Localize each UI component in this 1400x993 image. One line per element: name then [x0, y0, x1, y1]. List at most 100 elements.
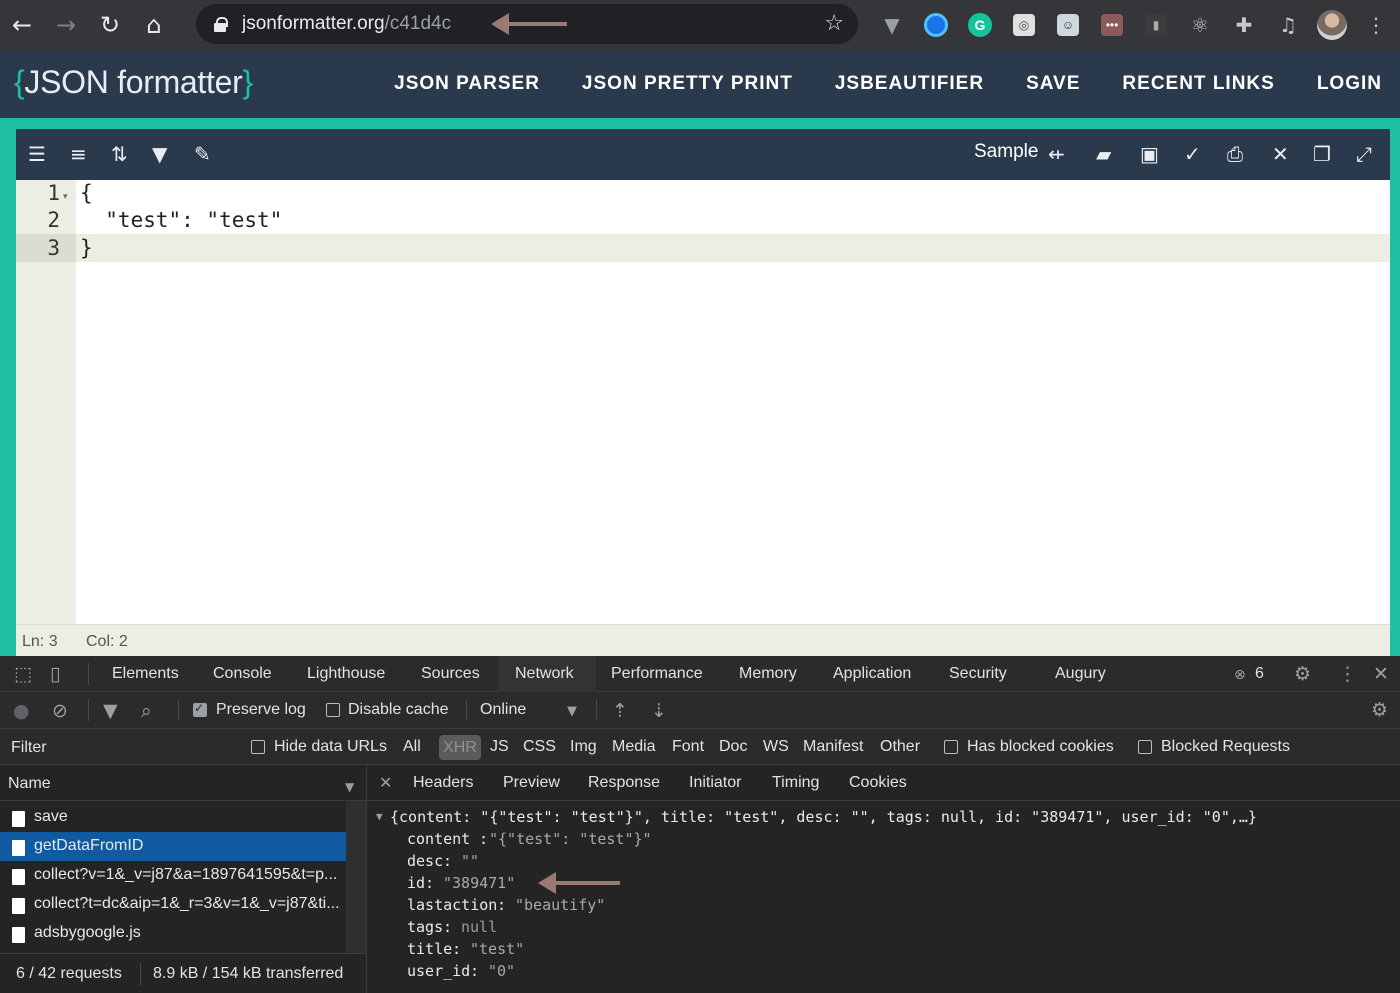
filter-type-js[interactable]: JS [490, 738, 509, 756]
disable-cache-checkbox[interactable] [326, 703, 340, 717]
tab-cookies[interactable]: Cookies [849, 774, 907, 792]
expand-triangle-icon[interactable]: ▼ [376, 810, 383, 823]
tab-timing[interactable]: Timing [772, 774, 819, 792]
print-icon[interactable]: ⎙ [1227, 142, 1243, 166]
import-har-icon[interactable]: ⇡ [612, 701, 628, 721]
tab-response[interactable]: Response [588, 774, 660, 792]
reload-icon[interactable]: ↻ [88, 0, 132, 50]
search-icon[interactable]: ⌕ [141, 701, 152, 721]
device-toolbar-icon[interactable]: ▯ [50, 664, 60, 684]
close-detail-icon[interactable]: ✕ [379, 773, 392, 793]
react-icon[interactable]: ⚛ [1178, 0, 1222, 50]
request-row[interactable]: collect?t=dc&aip=1&_r=3&v=1&_v=j87&ti... [0, 890, 346, 919]
code-line[interactable]: "test": "test" [80, 208, 282, 232]
chevron-down-icon[interactable]: ▼ [567, 702, 577, 722]
request-list-scrollbar[interactable] [346, 801, 366, 953]
clear-log-icon[interactable]: ⊘ [52, 701, 68, 721]
tab-memory[interactable]: Memory [739, 665, 797, 683]
tab-lighthouse[interactable]: Lighthouse [307, 665, 385, 683]
site-logo[interactable]: {JSON formatter} [14, 64, 253, 101]
sample-button[interactable]: Sample [974, 141, 1038, 163]
filter-type-font[interactable]: Font [672, 738, 704, 756]
screenshot-icon[interactable]: ◎ [1002, 0, 1046, 50]
preserve-log-checkbox[interactable] [193, 701, 207, 717]
tab-performance[interactable]: Performance [611, 665, 703, 683]
tab-sources[interactable]: Sources [421, 665, 480, 683]
preserve-log-label[interactable]: Preserve log [216, 701, 306, 719]
open-folder-icon[interactable]: ▰ [1096, 142, 1111, 166]
format-icon[interactable]: ☰ [28, 142, 46, 166]
kebab-menu-icon[interactable]: ⋮ [1354, 0, 1398, 50]
wrench-icon[interactable]: ✎ [194, 142, 211, 166]
request-name[interactable]: save [34, 808, 346, 826]
request-name[interactable]: adsbygoogle.js [34, 924, 346, 942]
chart-extension-icon[interactable]: ▮ [1134, 0, 1178, 50]
inspect-element-icon[interactable]: ⬚ [14, 664, 32, 684]
save-icon[interactable]: ▣ [1140, 142, 1159, 166]
grammarly-icon[interactable]: G [958, 0, 1002, 50]
request-row[interactable]: adsbygoogle.js [0, 919, 346, 948]
bookmark-star-icon[interactable]: ☆ [824, 11, 844, 36]
blocked-requests-label[interactable]: Blocked Requests [1161, 738, 1290, 756]
validate-check-icon[interactable]: ✓ [1184, 142, 1201, 166]
filter-icon[interactable]: ▼ [152, 142, 167, 166]
filter-type-all[interactable]: All [403, 738, 421, 756]
url-path[interactable]: /c41d4c [385, 13, 452, 35]
nav-recent-links[interactable]: RECENT LINKS [1122, 73, 1274, 95]
more-options-icon[interactable]: ⋮ [1338, 664, 1357, 684]
media-queue-icon[interactable]: ♫ [1266, 0, 1310, 50]
error-icon[interactable]: ⊗ [1234, 665, 1246, 685]
filter-type-ws[interactable]: WS [763, 738, 789, 756]
tab-initiator[interactable]: Initiator [689, 774, 741, 792]
profile-avatar[interactable] [1310, 0, 1354, 50]
request-row[interactable]: save [0, 803, 346, 832]
nav-json-pretty-print[interactable]: JSON PRETTY PRINT [582, 73, 793, 95]
tab-augury[interactable]: Augury [1055, 665, 1106, 683]
vue-icon[interactable]: ▼ [870, 0, 914, 50]
tab-preview[interactable]: Preview [503, 774, 560, 792]
nav-jsbeautifier[interactable]: JSBEAUTIFIER [835, 73, 984, 95]
nav-save[interactable]: SAVE [1026, 73, 1080, 95]
throttle-select[interactable]: Online [480, 701, 526, 719]
request-name[interactable]: collect?v=1&_v=j87&a=1897641595&t=p... [34, 866, 346, 884]
code-line[interactable]: { [80, 181, 93, 205]
settings-gear-icon[interactable]: ⚙ [1294, 664, 1311, 684]
filter-type-img[interactable]: Img [570, 738, 597, 756]
hide-data-urls-label[interactable]: Hide data URLs [274, 738, 387, 756]
hide-data-urls-checkbox[interactable] [251, 740, 265, 754]
home-icon[interactable]: ⌂ [132, 0, 176, 50]
clear-icon[interactable]: ✕ [1272, 142, 1289, 166]
forward-arrow-icon[interactable]: → [44, 0, 88, 50]
fullscreen-icon[interactable]: ⤢ [1356, 142, 1372, 166]
filter-type-doc[interactable]: Doc [719, 738, 747, 756]
back-arrow-icon[interactable]: ← [0, 0, 44, 50]
tab-console[interactable]: Console [213, 665, 272, 683]
dots-extension-icon[interactable]: ••• [1090, 0, 1134, 50]
nav-json-parser[interactable]: JSON PARSER [394, 73, 540, 95]
name-column-header[interactable]: Name [8, 775, 51, 793]
copy-icon[interactable]: ❐ [1313, 142, 1331, 166]
request-row-selected[interactable]: getDataFromID [0, 832, 346, 861]
fold-arrow-icon[interactable]: ▾ [63, 191, 68, 202]
nav-login[interactable]: LOGIN [1317, 73, 1382, 95]
tab-headers[interactable]: Headers [413, 774, 473, 792]
preview-summary[interactable]: {content: "{"test": "test"}", title: "te… [390, 808, 1257, 826]
filter-type-other[interactable]: Other [880, 738, 920, 756]
tab-elements[interactable]: Elements [112, 665, 179, 683]
filter-type-manifest[interactable]: Manifest [803, 738, 863, 756]
usb-icon[interactable]: ⇷ [1048, 142, 1065, 166]
tab-security[interactable]: Security [949, 665, 1007, 683]
json-editor[interactable]: ☰ ≡ ⇅ ▼ ✎ Sample ⇷ ▰ ▣ ✓ ⎙ ✕ ❐ ⤢ 1 ▾ 2 3… [16, 129, 1390, 656]
filter-funnel-icon[interactable]: ▼ [103, 701, 118, 721]
tab-application[interactable]: Application [833, 665, 911, 683]
has-blocked-cookies-label[interactable]: Has blocked cookies [967, 738, 1114, 756]
filter-type-css[interactable]: CSS [523, 738, 556, 756]
filter-input[interactable]: Filter [11, 739, 47, 757]
network-settings-gear-icon[interactable]: ⚙ [1371, 700, 1388, 720]
request-row[interactable]: collect?v=1&_v=j87&a=1897641595&t=p... [0, 861, 346, 890]
record-icon[interactable]: ● [13, 701, 30, 721]
circle-extension-icon[interactable] [914, 0, 958, 50]
disable-cache-label[interactable]: Disable cache [348, 701, 449, 719]
error-count[interactable]: 6 [1255, 665, 1264, 683]
request-name[interactable]: getDataFromID [34, 837, 346, 855]
